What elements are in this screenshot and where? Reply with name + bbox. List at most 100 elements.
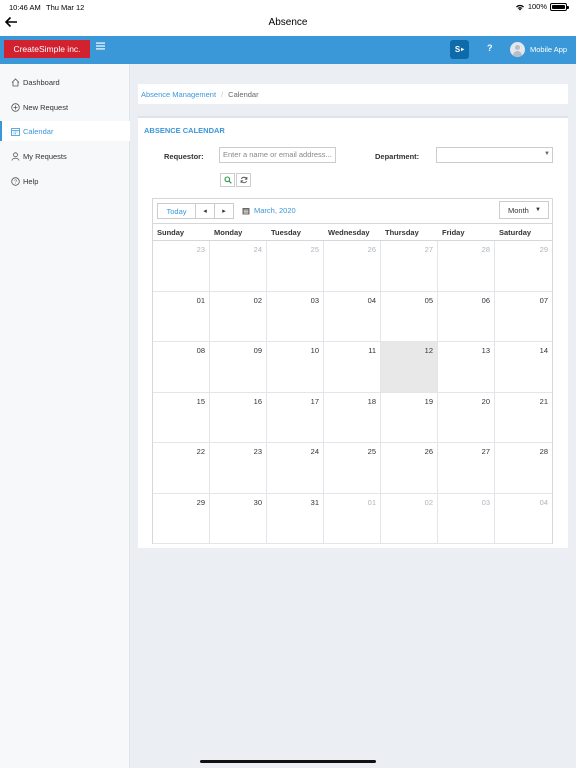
prev-month-button[interactable]: ◂ bbox=[195, 203, 215, 219]
calendar-grid: 23 24 25 26 27 28 29 01 02 03 04 05 06 07 08 09 10 11 12 13… bbox=[153, 241, 552, 544]
calendar-day[interactable]: 04 bbox=[495, 494, 552, 544]
today-button[interactable]: Today bbox=[157, 203, 196, 219]
sidebar-item-label: New Request bbox=[23, 102, 69, 112]
status-date: Thu Mar 12 bbox=[46, 3, 85, 12]
sidebar-item-label: Dashboard bbox=[23, 77, 60, 87]
nav-title: Absence bbox=[268, 17, 308, 28]
svg-text:?: ? bbox=[13, 179, 16, 185]
calendar-day[interactable]: 29 bbox=[495, 241, 552, 292]
app-header: CreateSimple inc. S ▸ ? Mobile App bbox=[0, 36, 576, 64]
calendar-day[interactable]: 22 bbox=[153, 443, 210, 494]
wifi-icon bbox=[515, 4, 524, 10]
calendar-day[interactable]: 07 bbox=[495, 292, 552, 342]
sidebar-item-label: Calendar bbox=[23, 126, 54, 136]
home-indicator bbox=[200, 760, 376, 763]
calendar-day[interactable]: 17 bbox=[267, 392, 324, 443]
calendar-day[interactable]: 29 bbox=[153, 493, 210, 544]
calendar-day[interactable]: 24 bbox=[267, 443, 324, 494]
department-select[interactable]: ▼ bbox=[436, 147, 553, 163]
battery-percent: 100% bbox=[527, 2, 547, 11]
calendar-day[interactable]: 14 bbox=[495, 342, 552, 393]
calendar-day[interactable]: 21 bbox=[495, 393, 552, 443]
month-picker[interactable]: March, 2020 bbox=[242, 206, 296, 215]
calendar-day[interactable]: 26 bbox=[324, 241, 381, 292]
sidebar-item-label: My Requests bbox=[23, 151, 67, 161]
avatar bbox=[510, 42, 525, 57]
calendar-day[interactable]: 20 bbox=[438, 392, 495, 443]
calendar-day[interactable]: 28 bbox=[495, 443, 552, 494]
department-label: Department: bbox=[375, 152, 420, 161]
status-right: 100% bbox=[515, 2, 569, 11]
calendar-day[interactable]: 25 bbox=[324, 443, 381, 494]
calendar-day[interactable]: 02 bbox=[381, 493, 438, 544]
status-bar: 10:46 AM Thu Mar 12 100% bbox=[0, 0, 576, 14]
calendar-day[interactable]: 04 bbox=[324, 291, 381, 342]
calendar-day[interactable]: 13 bbox=[438, 342, 495, 393]
calendar-day[interactable]: 03 bbox=[267, 291, 324, 342]
calendar-day[interactable]: 18 bbox=[324, 392, 381, 443]
weekday-label: Tuesday bbox=[271, 228, 301, 237]
next-month-button[interactable]: ▸ bbox=[214, 203, 234, 219]
panel-title: ABSENCE CALENDAR bbox=[144, 126, 225, 135]
calendar-day[interactable]: 27 bbox=[438, 443, 495, 494]
calendar-day[interactable]: 11 bbox=[324, 342, 381, 393]
calendar: Today ◂ ▸ March, 2020 Month ▼ Sunday Mon… bbox=[152, 198, 553, 544]
refresh-icon bbox=[240, 176, 247, 184]
requestor-input[interactable]: Enter a name or email address... bbox=[219, 147, 336, 163]
view-label: Month bbox=[508, 205, 529, 215]
chevron-down-icon: ▼ bbox=[544, 151, 550, 157]
weekday-label: Monday bbox=[214, 228, 243, 237]
calendar-day[interactable]: 02 bbox=[210, 291, 267, 342]
calendar-day[interactable]: 31 bbox=[267, 493, 324, 544]
search-icon bbox=[223, 176, 232, 184]
view-select[interactable]: Month ▼ bbox=[499, 201, 549, 219]
calendar-day[interactable]: 26 bbox=[381, 443, 438, 494]
sidebar-item-label: Help bbox=[23, 176, 39, 186]
calendar-day[interactable]: 01 bbox=[153, 291, 210, 342]
weekday-label: Friday bbox=[442, 228, 465, 237]
weekday-label: Saturday bbox=[499, 228, 532, 237]
plus-circle-icon bbox=[10, 102, 20, 112]
refresh-button[interactable] bbox=[236, 173, 251, 187]
absence-calendar-panel: ABSENCE CALENDAR Requestor: Enter a name… bbox=[138, 116, 568, 548]
weekday-label: Wednesday bbox=[328, 228, 370, 237]
company-logo[interactable]: CreateSimple inc. bbox=[4, 40, 90, 58]
status-time: 10:46 AM bbox=[9, 3, 41, 12]
calendar-icon bbox=[242, 207, 250, 214]
calendar-day[interactable]: 08 bbox=[153, 342, 210, 393]
menu-hamburger-icon[interactable] bbox=[96, 41, 105, 53]
calendar-day-today[interactable]: 12 bbox=[381, 342, 438, 393]
sidebar-item-dashboard[interactable]: Dashboard bbox=[0, 72, 130, 92]
help-button[interactable]: ? bbox=[487, 43, 493, 53]
calendar-day[interactable]: 27 bbox=[381, 241, 438, 292]
calendar-day[interactable]: 16 bbox=[210, 392, 267, 443]
sharepoint-icon[interactable]: S ▸ bbox=[450, 40, 469, 59]
user-name: Mobile App bbox=[530, 45, 568, 54]
breadcrumb-separator: / bbox=[221, 89, 224, 99]
search-button[interactable] bbox=[220, 173, 235, 187]
calendar-day[interactable]: 23 bbox=[153, 241, 210, 292]
calendar-day[interactable]: 10 bbox=[267, 342, 324, 393]
calendar-day[interactable]: 05 bbox=[381, 291, 438, 342]
question-circle-icon: ? bbox=[10, 176, 20, 186]
user-menu[interactable]: Mobile App bbox=[510, 42, 567, 57]
calendar-day[interactable]: 19 bbox=[381, 392, 438, 443]
calendar-day[interactable]: 06 bbox=[438, 291, 495, 342]
sharepoint-icon-text: S bbox=[454, 45, 461, 54]
calendar-day[interactable]: 01 bbox=[324, 493, 381, 544]
calendar-day[interactable]: 09 bbox=[210, 342, 267, 393]
calendar-day[interactable]: 25 bbox=[267, 241, 324, 292]
sidebar-item-help[interactable]: ? Help bbox=[0, 171, 130, 191]
calendar-day[interactable]: 15 bbox=[153, 392, 210, 443]
calendar-day[interactable]: 28 bbox=[438, 241, 495, 292]
sidebar-item-my-requests[interactable]: My Requests bbox=[0, 146, 130, 166]
breadcrumb-link-absence-management[interactable]: Absence Management bbox=[141, 90, 216, 99]
calendar-day[interactable]: 03 bbox=[438, 493, 495, 544]
calendar-day[interactable]: 24 bbox=[210, 241, 267, 292]
calendar-day[interactable]: 23 bbox=[210, 443, 267, 494]
calendar-day[interactable]: 30 bbox=[210, 493, 267, 544]
sidebar: Dashboard New Request Calendar My Reques… bbox=[0, 64, 130, 768]
weekday-label: Thursday bbox=[385, 228, 419, 237]
sidebar-item-new-request[interactable]: New Request bbox=[0, 97, 130, 117]
sidebar-item-calendar[interactable]: Calendar bbox=[0, 121, 130, 141]
